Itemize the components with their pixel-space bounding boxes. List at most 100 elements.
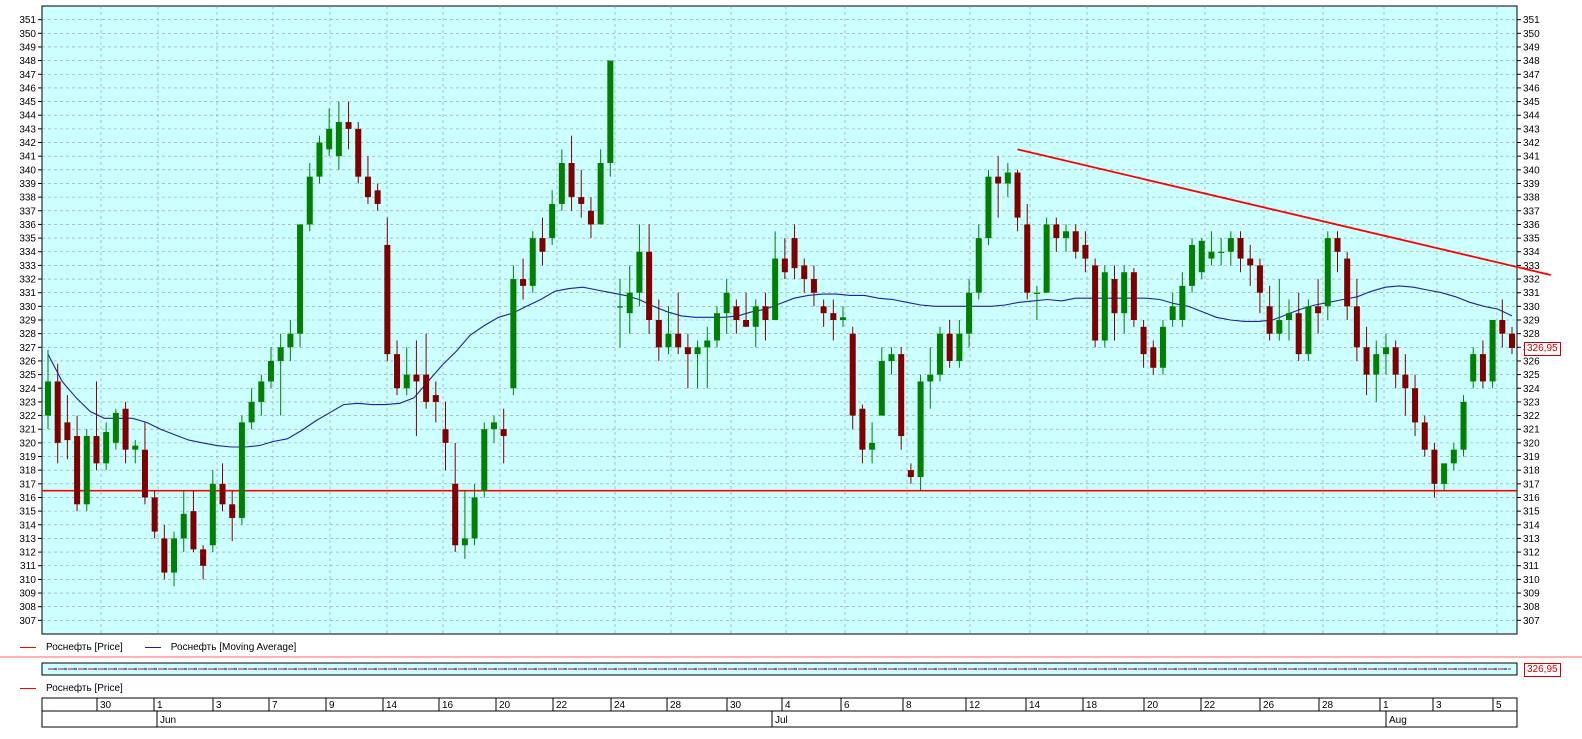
legend-sub: Роснефть [Price]: [20, 683, 123, 694]
y-tick-label-right: 336: [1523, 220, 1540, 231]
y-tick-label-left: 350: [19, 29, 36, 40]
candle-down: [374, 190, 381, 204]
candle-down: [1363, 347, 1370, 375]
candle-down: [1421, 422, 1428, 450]
y-tick-label-right: 328: [1523, 329, 1540, 340]
candle-down: [93, 436, 100, 464]
candle-up: [287, 333, 294, 348]
x-day-label: 1: [157, 700, 163, 711]
candle-up: [1198, 240, 1205, 273]
y-tick-label-left: 308: [19, 602, 36, 613]
candle-up: [975, 238, 982, 293]
y-tick-label-right: 318: [1523, 466, 1540, 477]
candle-down: [568, 163, 575, 198]
x-day-label: 7: [272, 700, 278, 711]
candle-down: [355, 128, 362, 177]
legend-price-label: Роснефть [Price]: [46, 642, 123, 653]
candle-up: [956, 333, 963, 361]
candle-up: [1489, 320, 1496, 382]
y-tick-label-right: 322: [1523, 411, 1540, 422]
candle-down: [578, 197, 585, 204]
y-tick-label-right: 325: [1523, 370, 1540, 381]
candle-down: [781, 258, 788, 273]
y-tick-label-right: 343: [1523, 124, 1540, 135]
candle-down: [675, 333, 682, 348]
candle-down: [500, 429, 507, 437]
candle-up: [1179, 285, 1186, 320]
candle-up: [403, 374, 410, 389]
x-day-label: 4: [785, 700, 791, 711]
candle-down: [1150, 347, 1157, 368]
candle-down: [587, 210, 594, 225]
y-tick-label-right: 317: [1523, 479, 1540, 490]
legend-main: Роснефть [Price] Роснефть [Moving Averag…: [20, 642, 296, 653]
y-tick-label-left: 349: [19, 42, 36, 53]
y-tick-label-right: 341: [1523, 152, 1540, 163]
y-tick-label-left: 342: [19, 138, 36, 149]
candle-down: [1392, 347, 1399, 375]
x-day-label: 22: [556, 700, 568, 711]
candle-up: [1450, 449, 1457, 464]
y-tick-label-left: 333: [19, 261, 36, 272]
y-tick-label-left: 309: [19, 589, 36, 600]
candle-up: [171, 538, 178, 573]
candle-up: [840, 317, 847, 320]
candle-up: [1063, 231, 1070, 239]
y-tick-label-right: 347: [1523, 70, 1540, 81]
candle-up: [316, 142, 323, 177]
candle-up: [1169, 306, 1176, 320]
candle-down: [54, 381, 61, 443]
candle-up: [112, 412, 119, 443]
candle-down: [442, 429, 449, 443]
x-day-label: 20: [1147, 700, 1159, 711]
candle-down: [1024, 224, 1031, 293]
candle-up: [1121, 272, 1128, 314]
candle-down: [1412, 388, 1419, 423]
candle-up: [1033, 292, 1040, 294]
candle-down: [74, 436, 81, 505]
candle-up: [277, 347, 284, 361]
candle-down: [995, 176, 1002, 184]
y-tick-label-right: 349: [1523, 42, 1540, 53]
x-day-label: 14: [386, 700, 398, 711]
y-tick-label-right: 334: [1523, 247, 1540, 258]
x-month-label: Jun: [160, 715, 176, 726]
candle-down: [345, 122, 352, 129]
candle-down: [1479, 354, 1486, 382]
candle-up: [1189, 244, 1196, 286]
y-tick-label-right: 332: [1523, 275, 1540, 286]
candle-up: [297, 224, 304, 334]
candle-down: [743, 320, 750, 327]
y-tick-label-right: 338: [1523, 193, 1540, 204]
y-tick-label-right: 314: [1523, 520, 1540, 531]
candle-up: [529, 238, 536, 286]
candle-up: [306, 176, 313, 225]
candle-up: [936, 333, 943, 375]
y-tick-label-left: 341: [19, 152, 36, 163]
candle-up: [878, 360, 885, 416]
candle-up: [888, 354, 895, 361]
y-tick-label-left: 340: [19, 165, 36, 176]
y-tick-label-right: 329: [1523, 316, 1540, 327]
y-tick-label-right: 311: [1523, 561, 1539, 572]
x-day-label: 5: [1496, 700, 1502, 711]
x-day-label: 22: [1204, 700, 1216, 711]
x-day-label: 16: [442, 700, 454, 711]
candle-down: [432, 395, 439, 402]
candle-up: [1382, 347, 1389, 355]
y-tick-label-right: 326: [1523, 356, 1540, 367]
candle-up: [238, 422, 245, 518]
x-day-label: 6: [844, 700, 850, 711]
candle-up: [1470, 354, 1477, 382]
y-tick-label-right: 310: [1523, 575, 1540, 586]
candle-down: [1053, 224, 1060, 239]
y-tick-label-right: 344: [1523, 111, 1540, 122]
candle-up: [1159, 326, 1166, 368]
y-tick-label-left: 325: [19, 370, 36, 381]
x-day-label: 30: [730, 700, 742, 711]
candle-down: [190, 511, 197, 550]
y-tick-label-right: 316: [1523, 493, 1540, 504]
candle-down: [1315, 306, 1322, 314]
candle-up: [83, 436, 90, 505]
candle-up: [966, 292, 973, 334]
